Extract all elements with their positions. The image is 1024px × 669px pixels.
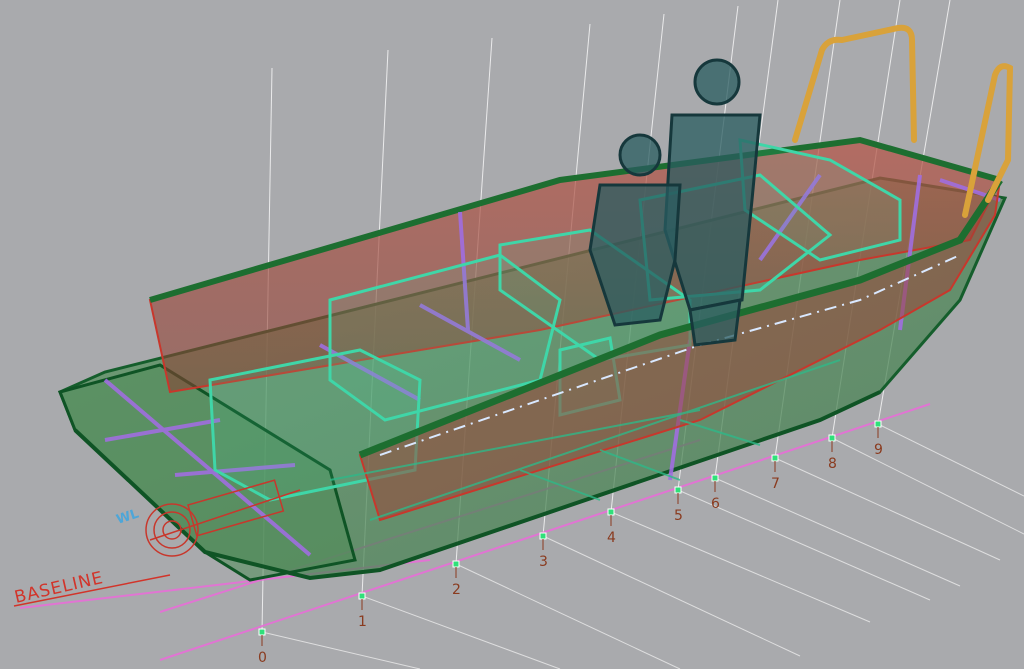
station-label: 3	[539, 554, 548, 570]
boat-hull-3d-view[interactable]: WL BASELINE 0 1 2 3 4 5 6 7 8 9	[0, 0, 1024, 669]
station-marker-icon[interactable]: 3	[539, 532, 548, 570]
station-label: 8	[828, 456, 837, 472]
waterline-tag: WL	[115, 507, 141, 528]
station-marker-icon[interactable]: 2	[452, 560, 461, 598]
station-marker-icon[interactable]: 7	[771, 454, 780, 492]
station-label: 9	[874, 442, 883, 458]
station-marker-icon[interactable]: 4	[607, 508, 616, 546]
station-marker-icon[interactable]: 0	[258, 628, 267, 666]
station-marker-icon[interactable]: 1	[358, 592, 367, 630]
station-marker-icon[interactable]: 5	[674, 486, 683, 524]
station-label: 1	[358, 614, 367, 630]
station-label: 0	[258, 650, 267, 666]
station-label: 4	[607, 530, 616, 546]
station-marker-icon[interactable]: 9	[874, 420, 883, 458]
station-label: 5	[674, 508, 683, 524]
cad-viewport[interactable]: WL BASELINE 0 1 2 3 4 5 6 7 8 9	[0, 0, 1024, 669]
station-label: 7	[771, 476, 780, 492]
station-marker-icon[interactable]: 8	[828, 434, 837, 472]
station-label: 2	[452, 582, 461, 598]
station-label: 6	[711, 496, 720, 512]
station-marker-icon[interactable]: 6	[711, 474, 720, 512]
baseline-label: BASELINE	[13, 568, 106, 608]
